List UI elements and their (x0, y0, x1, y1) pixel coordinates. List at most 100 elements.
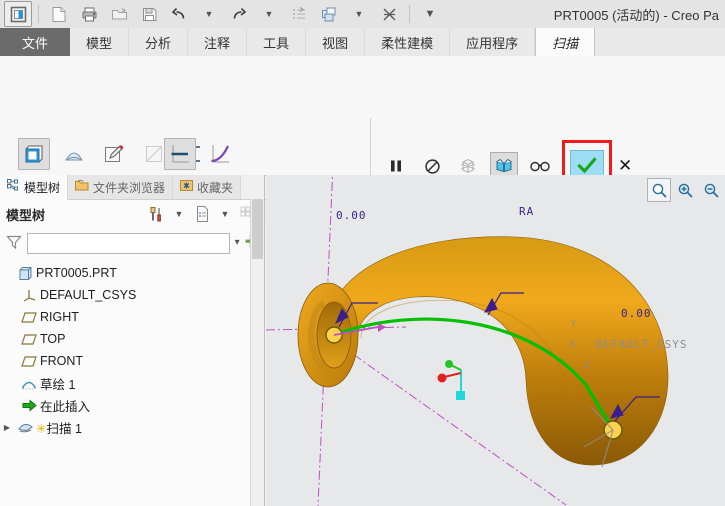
tree-vertical-scrollbar[interactable] (250, 199, 264, 506)
zoom-in-icon[interactable] (673, 178, 697, 202)
constant-section-icon[interactable] (164, 138, 196, 170)
panel-tools: ▼ ▼ (146, 204, 258, 224)
tree-scrollbar-thumb[interactable] (252, 199, 263, 259)
ribbon-tab-applications[interactable]: 应用程序 (450, 28, 535, 56)
tree-twisty[interactable]: ▶ (0, 423, 14, 432)
datum-plane-icon (18, 333, 40, 346)
navigator-tab-favorites[interactable]: 收藏夹 (173, 175, 241, 199)
start-dimension-label[interactable]: 0.00 (336, 209, 367, 222)
cancel-button[interactable]: ✕ (618, 156, 632, 176)
surface-icon[interactable] (58, 138, 90, 170)
redo-dropdown-icon[interactable]: ▼ (255, 1, 283, 27)
undo-dropdown-icon[interactable]: ▼ (195, 1, 223, 27)
navigator-tab-model-tree[interactable]: 模型树 (0, 175, 68, 200)
tree-item-insert-here[interactable]: 在此插入 (0, 394, 264, 416)
tree-filter-input[interactable] (27, 233, 230, 254)
folder-browser-icon (75, 179, 89, 195)
normal-reference-label[interactable]: RA (519, 205, 534, 218)
axis-label-x: X (570, 340, 575, 350)
sketch-edit-icon[interactable] (98, 138, 130, 170)
ribbon-tab-flexible[interactable]: 柔性建模 (365, 28, 450, 56)
new-file-icon[interactable] (45, 1, 73, 27)
tree-item-label: 草绘 1 (40, 374, 75, 393)
display-list-icon[interactable] (192, 204, 212, 224)
tree-filter-row: ▾ ✚ (0, 228, 264, 258)
navigator-tab-label: 模型树 (24, 179, 60, 196)
tree-item-label: RIGHT (40, 310, 79, 324)
ribbon-group-trajectory (160, 138, 240, 170)
close-window-icon[interactable] (375, 1, 403, 27)
zoom-out-icon[interactable] (699, 178, 723, 202)
navigator-tab-label: 文件夹浏览器 (93, 179, 165, 196)
ribbon-body: ✕ 参考 选项 相切 属性 (0, 56, 725, 176)
axis-label-y: Y (571, 320, 576, 330)
display-dropdown-icon[interactable]: ▼ (215, 204, 235, 224)
tree-item-sketch[interactable]: 草绘 1 (0, 372, 264, 394)
window-switch-icon[interactable] (315, 1, 343, 27)
navigator-tab-folder-browser[interactable]: 文件夹浏览器 (68, 175, 173, 199)
creo-parametric-window: ▼ ▼ (0, 0, 725, 506)
tree-item-front[interactable]: FRONT (0, 350, 264, 372)
datum-plane-icon (18, 311, 40, 324)
tree-item-part[interactable]: PRT0005.PRT (0, 262, 264, 284)
title-bar: ▼ ▼ (0, 0, 725, 29)
settings-tools-icon[interactable] (146, 204, 166, 224)
end-dimension-label[interactable]: 0.00 (621, 307, 652, 320)
navigator-panel: 模型树 文件夹浏览器 收藏夹 (0, 175, 265, 506)
datum-plane-icon (18, 355, 40, 368)
ribbon-tab-sweep[interactable]: 扫描 (535, 28, 595, 57)
tree-item-sweep[interactable]: ▶ ✳扫描 1 (0, 416, 264, 438)
panel-title: 模型树 (6, 205, 45, 224)
ribbon-tab-tools[interactable]: 工具 (247, 28, 306, 56)
open-folder-icon[interactable] (105, 1, 133, 27)
part-icon (14, 266, 36, 281)
drag-handle-triad (438, 360, 466, 400)
print-icon[interactable] (75, 1, 103, 27)
graphics-viewport[interactable]: 0.00 RA 0.00 DEFAULT_CSYS X Y Z (266, 175, 725, 506)
favorites-icon (180, 179, 193, 195)
window-switch-dropdown-icon[interactable]: ▼ (345, 1, 373, 27)
tree-item-label: 在此插入 (40, 396, 90, 415)
undo-icon[interactable] (165, 1, 193, 27)
redo-icon[interactable] (225, 1, 253, 27)
tree-item-marker: ✳ (36, 422, 46, 436)
tree-item-label: TOP (40, 332, 65, 346)
app-logo-icon[interactable] (4, 1, 32, 27)
tree-item-label: DEFAULT_CSYS (40, 288, 136, 302)
window-title: PRT0005 (活动的) - Creo Pa (554, 5, 719, 24)
csys-icon (18, 288, 40, 303)
tree-item-label: PRT0005.PRT (36, 266, 117, 280)
filter-dropdown-icon[interactable]: ▾ (235, 238, 240, 248)
ribbon-tab-view[interactable]: 视图 (306, 28, 365, 56)
ribbon-tab-analysis[interactable]: 分析 (129, 28, 188, 56)
solid-icon[interactable] (18, 138, 50, 170)
save-icon[interactable] (135, 1, 163, 27)
regenerate-icon[interactable] (285, 1, 313, 27)
axis-label-z: Z (584, 361, 589, 371)
zoom-to-fit-icon[interactable] (647, 178, 671, 202)
settings-dropdown-icon[interactable]: ▼ (169, 204, 189, 224)
tree-item-right[interactable]: RIGHT (0, 306, 264, 328)
model-tree: PRT0005.PRT DEFAULT_CSYS RIGHT (0, 258, 264, 438)
variable-section-icon[interactable] (204, 138, 236, 170)
navigator-title-row: 模型树 ▼ (0, 200, 264, 228)
sweep-icon (14, 421, 36, 434)
ribbon-tab-annotate[interactable]: 注释 (188, 28, 247, 56)
quick-access-toolbar: ▼ ▼ (0, 1, 444, 27)
navigator-tabs: 模型树 文件夹浏览器 收藏夹 (0, 175, 264, 200)
tree-item-top[interactable]: TOP (0, 328, 264, 350)
filter-funnel-icon[interactable] (6, 234, 22, 253)
navigator-tab-label: 收藏夹 (197, 179, 233, 196)
ribbon-tab-model[interactable]: 模型 (70, 28, 129, 56)
model-tree-icon (7, 179, 20, 195)
insert-here-icon (18, 399, 40, 412)
tree-item-label: FRONT (40, 354, 83, 368)
viewport-zoom-toolbar (647, 178, 723, 202)
tree-item-label: ✳扫描 1 (36, 418, 82, 437)
ribbon-tab-bar: 文件 模型 分析 注释 工具 视图 柔性建模 应用程序 扫描 (0, 28, 725, 57)
sketch-icon (18, 377, 40, 390)
qat-customize-icon[interactable]: ▼ (416, 1, 444, 27)
qat-separator-2 (409, 5, 410, 23)
tree-item-csys[interactable]: DEFAULT_CSYS (0, 284, 264, 306)
ribbon-tab-file[interactable]: 文件 (0, 28, 70, 56)
